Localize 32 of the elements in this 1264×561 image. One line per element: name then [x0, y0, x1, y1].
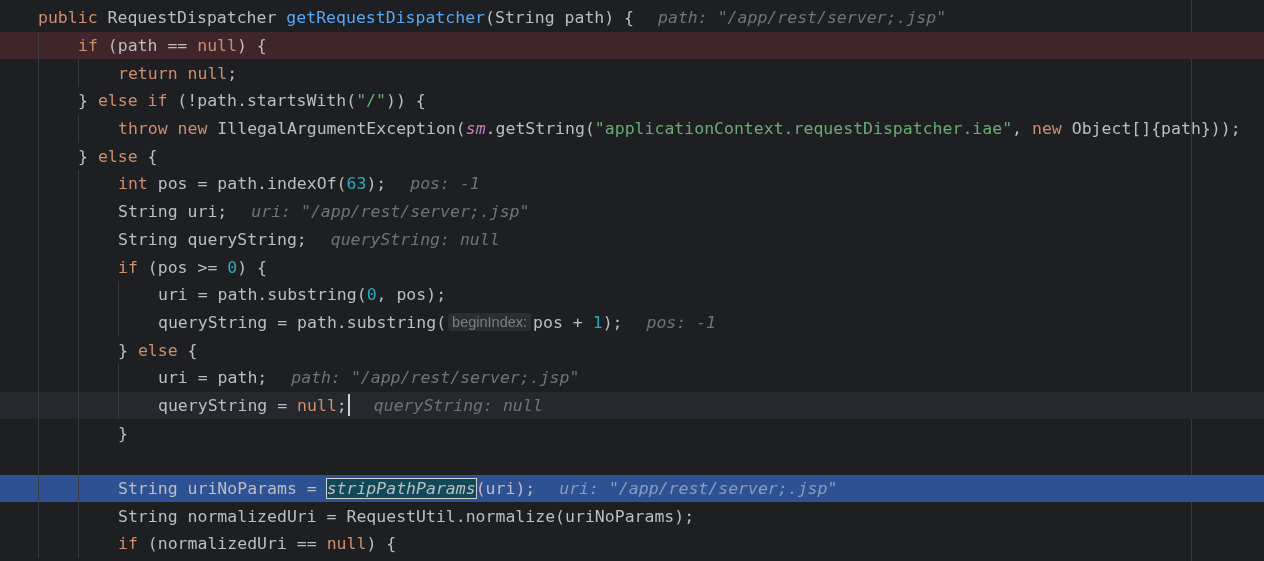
code-text: uri = path;: [158, 368, 268, 388]
code-text: pos + 1);: [533, 312, 623, 332]
code-text: if (path == null) {: [78, 36, 267, 56]
code-text: int pos = path.indexOf(63);: [118, 174, 387, 194]
code-text: String uriNoParams =: [118, 479, 318, 499]
code-text: queryString = null;: [158, 395, 347, 415]
code-text: String normalizedUri = RequestUtil.normalize(uriNoParams);: [118, 506, 695, 526]
code-text: String queryString;: [118, 229, 307, 249]
debug-value-hint: pos: -1: [410, 174, 480, 194]
code-text: } else {: [118, 340, 198, 360]
debug-value-hint: uri: "/app/rest/server;.jsp": [559, 479, 838, 499]
debug-value-hint: queryString: null: [330, 229, 500, 249]
code-text: } else {: [78, 146, 158, 166]
code-text: queryString = path.substring(: [158, 312, 447, 332]
debug-value-hint: uri: "/app/rest/server;.jsp": [251, 202, 530, 222]
code-text: if (normalizedUri == null) {: [118, 534, 397, 554]
code-text: return null;: [118, 63, 238, 83]
debug-value-hint: path: "/app/rest/server;.jsp": [291, 368, 580, 388]
code-text: } else if (!path.startsWith("/")) {: [78, 91, 426, 111]
code-text: uri = path.substring(0, pos);: [158, 285, 447, 305]
debug-value-hint: queryString: null: [373, 395, 543, 415]
code-text: throw new IllegalArgumentException(sm.getString("applicationContext.requestDispatcher.iae", new Object[]{path}));: [118, 119, 1241, 139]
debug-value-hint: path: "/app/rest/server;.jsp": [658, 8, 947, 28]
code-text: String uri;: [118, 202, 228, 222]
code-text: public RequestDispatcher getRequestDispatcher(String path) {: [38, 8, 635, 28]
code-editor[interactable]: [0, 0, 1264, 561]
code-text: }: [118, 423, 128, 443]
code-text: if (pos >= 0) {: [118, 257, 268, 277]
parameter-hint: beginIndex:: [448, 313, 532, 332]
debug-value-hint: pos: -1: [646, 312, 717, 332]
search-match: stripPathParams: [326, 479, 476, 499]
code-text: (uri);: [475, 479, 536, 499]
